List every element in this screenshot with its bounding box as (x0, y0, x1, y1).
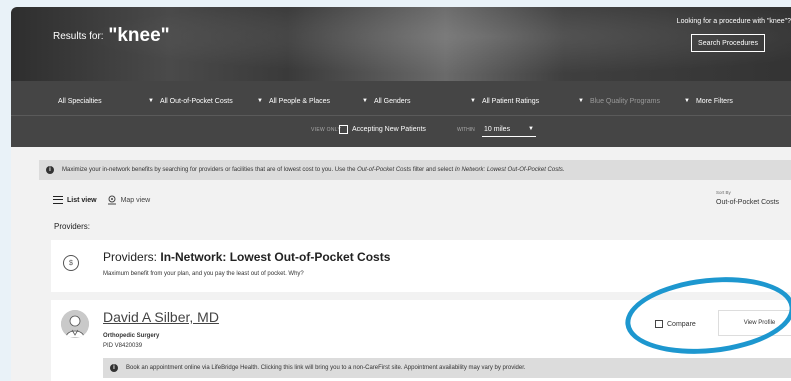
list-icon (53, 196, 63, 204)
map-view-button[interactable]: Map view (107, 195, 151, 205)
banner-text-part: filter and select (411, 167, 455, 173)
tier-title-prefix: Providers: (103, 250, 161, 264)
filter-bar: All Specialties ▼ All Out-of-Pocket Cost… (11, 81, 791, 147)
filter-label: All Genders (373, 97, 411, 105)
provider-specialty: Orthopedic Surgery (103, 333, 160, 339)
doctor-avatar-icon (61, 310, 89, 338)
provider-pid: PID V8420039 (103, 343, 143, 349)
tier-title: Providers: In-Network: Lowest Out-of-Poc… (103, 250, 390, 264)
subfilter-row: VIEW ONLY Accepting New Patients WITHIN … (11, 121, 791, 141)
tier-title-bold: In-Network: Lowest Out-of-Pocket Costs (160, 250, 391, 264)
banner-text-part: Maximize your in-network benefits by sea… (62, 167, 358, 173)
procedure-question: Looking for a procedure with "knee"? (676, 18, 791, 25)
chevron-down-icon: ▼ (470, 98, 476, 104)
provider-name-link[interactable]: David A Silber, MD (103, 309, 219, 325)
compare-checkbox[interactable]: Compare (655, 320, 696, 328)
compare-label: Compare (667, 320, 696, 328)
info-icon: i (46, 166, 54, 174)
filter-divider (11, 115, 791, 116)
banner-text-italic: In Network: Lowest Out-Of-Pocket Costs (454, 167, 563, 173)
view-profile-button[interactable]: View Profile (718, 310, 791, 336)
tier-card: $ Providers: In-Network: Lowest Out-of-P… (51, 240, 791, 292)
results-prefix: Results for: (53, 31, 104, 42)
filter-blue-quality[interactable]: ▼ Blue Quality Programs (578, 94, 660, 108)
booking-note: i Book an appointment online via LifeBri… (103, 358, 791, 378)
within-label: WITHIN (457, 127, 475, 133)
chevron-down-icon: ▼ (362, 98, 368, 104)
view-toggle: List view Map view (53, 195, 150, 205)
accepting-new-patients-checkbox[interactable] (339, 125, 348, 134)
banner-text: Maximize your in-network benefits by sea… (62, 167, 565, 173)
banner-text-italic: Out-of-Pocket Costs (357, 167, 412, 173)
chevron-down-icon: ▼ (684, 98, 690, 104)
tier-subtitle: Maximum benefit from your plan, and you … (103, 271, 304, 277)
provider-card: David A Silber, MD Orthopedic Surgery PI… (51, 300, 791, 381)
search-procedures-button[interactable]: Search Procedures (691, 34, 765, 52)
checkbox-icon (655, 320, 663, 328)
info-banner: i Maximize your in-network benefits by s… (39, 160, 791, 180)
sort-by-label: Sort By (716, 190, 731, 195)
avatar (61, 310, 89, 338)
sort-by-select[interactable]: Out-of-Pocket Costs (716, 199, 779, 206)
chevron-down-icon: ▼ (578, 98, 584, 104)
filter-out-of-pocket[interactable]: ▼ All Out-of-Pocket Costs (148, 94, 233, 108)
distance-select[interactable]: 10 miles ▼ (482, 123, 536, 137)
dollar-icon: $ (63, 255, 79, 271)
map-view-label: Map view (120, 196, 151, 204)
chevron-down-icon: ▼ (528, 126, 534, 132)
info-icon: i (110, 364, 118, 372)
providers-label: Providers: (54, 222, 91, 231)
accepting-new-patients-label[interactable]: Accepting New Patients (352, 126, 426, 133)
list-view-button[interactable]: List view (53, 196, 97, 204)
booking-note-text: Book an appointment online via LifeBridg… (126, 365, 526, 371)
filter-specialties[interactable]: All Specialties (58, 94, 102, 108)
results-content: i Maximize your in-network benefits by s… (11, 147, 791, 381)
filter-label: More Filters (695, 97, 733, 105)
filter-label: Blue Quality Programs (589, 97, 660, 105)
filter-patient-ratings[interactable]: ▼ All Patient Ratings (470, 94, 539, 108)
banner-text-part: . (562, 167, 565, 173)
chevron-down-icon: ▼ (257, 98, 263, 104)
filter-dropdowns: All Specialties ▼ All Out-of-Pocket Cost… (11, 94, 791, 108)
filter-label: All People & Places (268, 97, 331, 105)
map-pin-icon (107, 195, 116, 205)
filter-genders[interactable]: ▼ All Genders (362, 94, 411, 108)
filter-people-places[interactable]: ▼ All People & Places (257, 94, 330, 108)
filter-label: All Specialties (58, 97, 102, 105)
filter-label: All Patient Ratings (481, 97, 540, 105)
search-query: "knee" (108, 25, 170, 46)
view-only-label: VIEW ONLY (311, 127, 342, 133)
distance-value: 10 miles (484, 126, 511, 133)
list-view-label: List view (67, 196, 97, 204)
filter-label: All Out-of-Pocket Costs (159, 97, 233, 105)
chevron-down-icon: ▼ (148, 98, 154, 104)
filter-more[interactable]: ▼ More Filters (684, 94, 733, 108)
page-frame: Results for: "knee" Looking for a proced… (11, 7, 791, 381)
results-heading: Results for: "knee" (53, 25, 170, 47)
